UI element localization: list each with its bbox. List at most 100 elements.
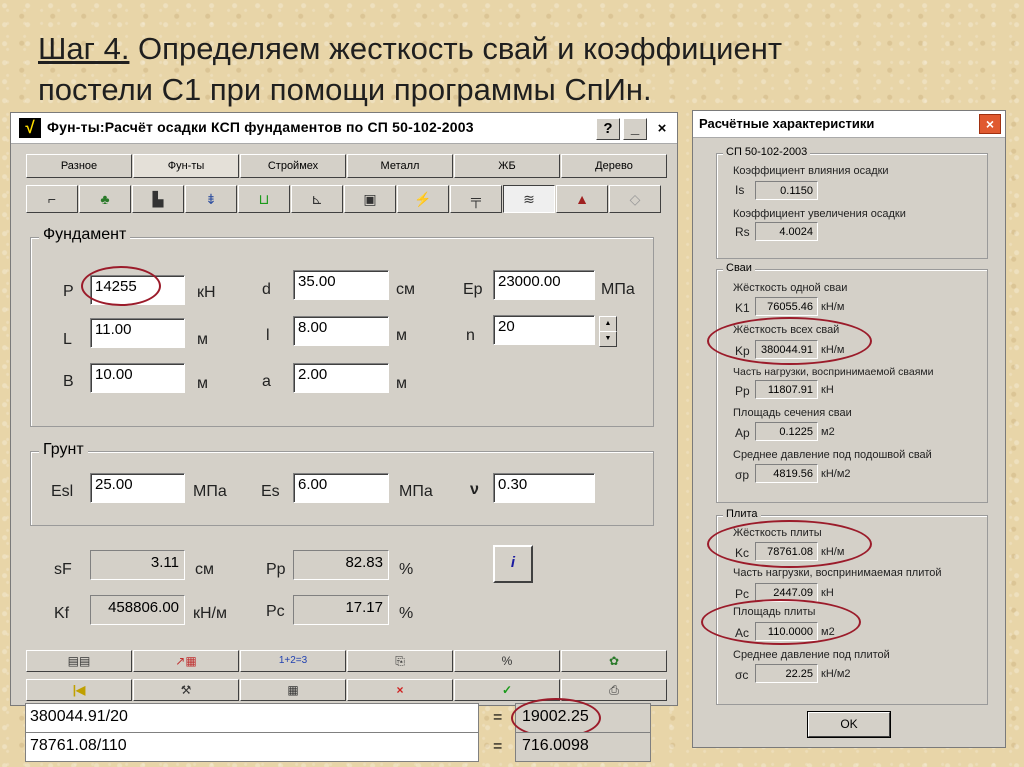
esl-label: Esl [51,483,74,500]
app-icon: √ [19,118,41,138]
calculator-button[interactable]: 1+2=3 [240,650,346,672]
l-input[interactable]: 11.00 [90,318,185,348]
window-title: Фун-ты:Расчёт осадки КСП фундаментов по … [47,119,474,135]
pc-value: 17.17 [293,595,389,625]
results-dialog: Расчётные характеристики × СП 50-102-200… [692,110,1006,748]
pile-length-label: l [266,327,270,344]
b-input[interactable]: 10.00 [90,363,185,393]
tool-icon-8[interactable]: ⚡ [397,185,449,213]
nu-input[interactable]: 0.30 [493,473,595,503]
d-input[interactable]: 35.00 [293,270,389,300]
report-button[interactable]: ▤▤ [26,650,132,672]
k1-value: 76055.46 [755,297,818,316]
pile-length-input[interactable]: 8.00 [293,316,389,346]
tool-icon-10[interactable]: ≋ [503,185,555,213]
info-button[interactable]: i [493,545,533,583]
ok-button[interactable]: OK [807,711,891,738]
tab-structural-mechanics[interactable]: Строймех [240,154,346,178]
esl-input[interactable]: 25.00 [90,473,185,503]
sf-label: sF [54,561,72,578]
pp-value-dlg: 11807.91 [755,380,818,399]
step-label: Шаг 4. [38,31,130,66]
tool-icon-9[interactable]: ╤ [450,185,502,213]
l-label: L [63,331,72,348]
ep-label: Ep [463,281,483,298]
pc-desc: Часть нагрузки, воспринимаемая плитой [733,567,942,579]
ap-unit: м2 [821,426,835,438]
b-label: B [63,373,74,390]
pp-desc: Часть нагрузки, воспринимаемой сваями [733,366,934,378]
sp-group-label: СП 50-102-2003 [723,146,811,158]
tool-icon-12[interactable]: ◇ [609,185,661,213]
sigma-p-value: 4819.56 [755,464,818,483]
tab-metal[interactable]: Металл [347,154,453,178]
p-label: P [63,283,74,300]
pc-label: Pc [266,603,285,620]
is-value: 0.1150 [755,181,818,200]
spin-down-icon[interactable]: ▼ [599,331,617,347]
es-input[interactable]: 6.00 [293,473,389,503]
ap-desc: Площадь сечения сваи [733,407,852,419]
tool-icon-7[interactable]: ▣ [344,185,396,213]
rs-symbol: Rs [735,225,750,239]
sigma-c-unit: кН/м2 [821,668,851,680]
tool-icon-6[interactable]: ⊾ [291,185,343,213]
tab-foundations[interactable]: Фун-ты [133,154,239,178]
main-window: √ Фун-ты:Расчёт осадки КСП фундаментов п… [10,112,678,706]
export-button[interactable]: ↗▦ [133,650,239,672]
calc-expression-2[interactable]: 78761.08/110 [25,732,479,762]
tool-icon-11[interactable]: ▲ [556,185,608,213]
pp-value: 82.83 [293,550,389,580]
sigma-c-symbol: σc [735,668,749,682]
tool-icon-4[interactable]: ⇟ [185,185,237,213]
minimize-button[interactable]: _ [623,118,647,140]
tab-wood[interactable]: Дерево [561,154,667,178]
pp-label: Pp [266,561,286,578]
pp-symbol: Pp [735,384,750,398]
sf-value: 3.11 [90,550,185,580]
highlight-ring [81,266,161,306]
tab-reinforced-concrete[interactable]: ЖБ [454,154,560,178]
sf-unit: см [195,561,214,578]
sigma-p-desc: Среднее давление под подошвой свай [733,449,932,461]
settings-button[interactable]: ✿ [561,650,667,672]
spin-up-icon[interactable]: ▲ [599,316,617,332]
title-bar: √ Фун-ты:Расчёт осадки КСП фундаментов п… [11,113,677,144]
rs-value: 4.0024 [755,222,818,241]
is-desc: Коэффициент влияния осадки [733,165,889,177]
copy-button[interactable]: ⎘ [347,650,453,672]
pc-unit-dlg: кН [821,587,834,599]
pp-unit: % [399,561,414,578]
cancel-button[interactable]: × [347,679,453,701]
n-input[interactable]: 20 [493,315,595,345]
kf-unit: кН/м [193,605,227,622]
ep-input[interactable]: 23000.00 [493,270,595,300]
percent-button[interactable]: % [454,650,560,672]
sigma-c-value: 22.25 [755,664,818,683]
help-button[interactable]: ? [596,118,620,140]
a-input[interactable]: 2.00 [293,363,389,393]
grid-button[interactable]: ▦ [240,679,346,701]
close-button[interactable]: × [650,118,674,140]
tool-icon-5[interactable]: ⊔ [238,185,290,213]
highlight-ring [707,520,872,568]
kf-label: Kf [54,605,70,622]
tool-icon-2[interactable]: ♣ [79,185,131,213]
tool-icon-1[interactable]: ⌐ [26,185,78,213]
p-unit: кН [197,284,216,301]
d-unit: см [396,281,415,298]
ep-unit: МПа [601,281,635,298]
k1-desc: Жёсткость одной сваи [733,282,848,294]
tool-button[interactable]: ⚒ [133,679,239,701]
slab-group-label: Плита [723,508,761,520]
d-label: d [262,281,271,298]
print-button[interactable]: ⎙ [561,679,667,701]
title-text: Определяем жесткость свай и коэффициент [129,31,783,66]
calc-expression-1[interactable]: 380044.91/20 [25,703,479,733]
dialog-title: Расчётные характеристики [699,116,875,131]
tool-icon-3[interactable]: ▙ [132,185,184,213]
tab-misc[interactable]: Разное [26,154,132,178]
ap-value: 0.1225 [755,422,818,441]
back-button[interactable]: |◀ [26,679,132,701]
close-icon[interactable]: × [979,114,1001,134]
